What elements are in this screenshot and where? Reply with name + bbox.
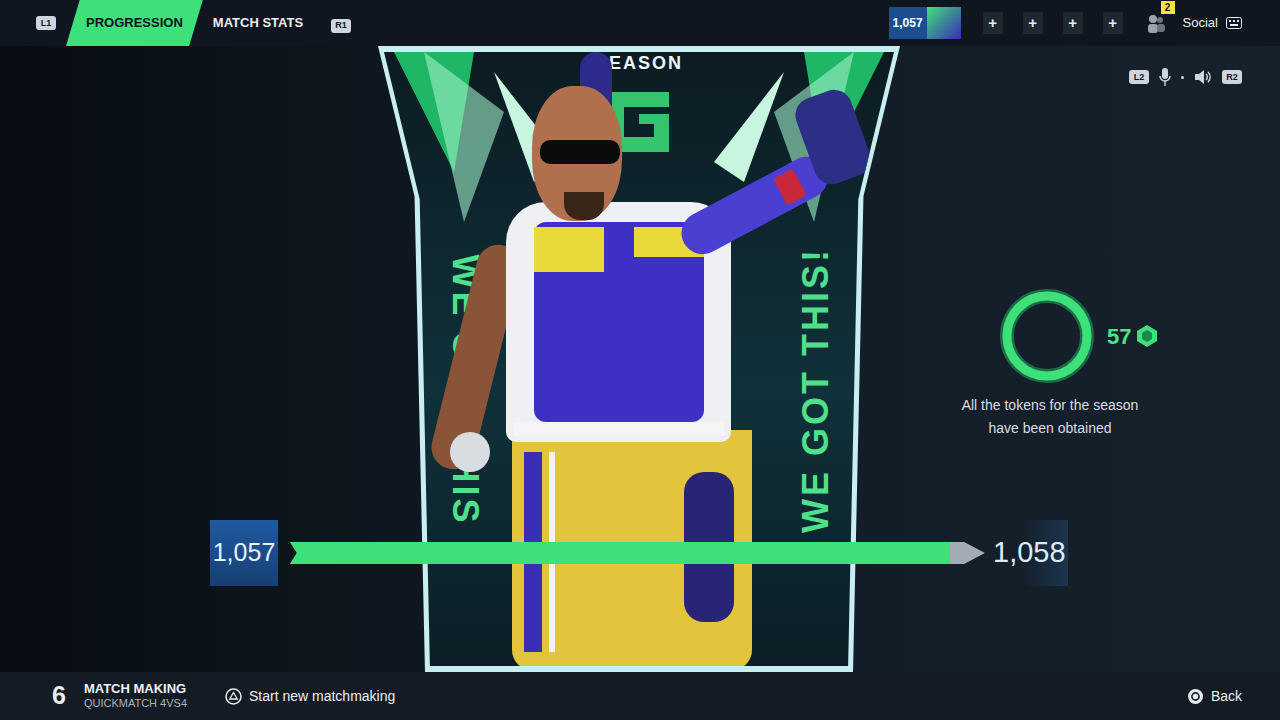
separator-dot-icon: [1181, 76, 1184, 79]
progress-fill: [290, 542, 950, 564]
social-label[interactable]: Social: [1183, 13, 1218, 33]
circle-button-icon: [1187, 688, 1204, 705]
player-level-chip[interactable]: 1,057: [889, 7, 961, 39]
player-character: [384, 52, 894, 666]
matchmaking-count: 6: [52, 677, 66, 715]
card-side-text: WE GOT THIS!: [789, 247, 843, 533]
tokens-ring-icon: [997, 286, 1097, 386]
matchmaking-status: MATCH MAKINGQUICKMATCH 4VS4: [84, 681, 187, 711]
next-level: 1,058: [991, 520, 1068, 586]
speaker-icon[interactable]: [1194, 69, 1212, 85]
token-count: 57: [1107, 320, 1131, 353]
right-panel: L2 R2 57 All the tokens for the season have…: [900, 46, 1280, 672]
triangle-button-icon: [225, 688, 242, 705]
party-count-badge: 2: [1161, 1, 1175, 14]
microphone-icon[interactable]: [1159, 68, 1171, 86]
prev-tab-key[interactable]: L1: [36, 16, 56, 30]
token-icon: [1135, 324, 1159, 348]
party-slot[interactable]: +: [1023, 12, 1043, 34]
party-slot[interactable]: +: [983, 12, 1003, 34]
tab[interactable]: PROGRESSION: [66, 0, 203, 46]
tab[interactable]: MATCH STATS: [203, 0, 313, 46]
voice-left-key[interactable]: L2: [1129, 70, 1149, 84]
next-tab-key[interactable]: R1: [331, 19, 351, 33]
party-icon[interactable]: [1147, 13, 1165, 33]
voice-right-key[interactable]: R2: [1222, 70, 1242, 84]
keyboard-icon[interactable]: [1226, 17, 1242, 29]
avatar-icon: [927, 7, 961, 39]
tokens-message: All the tokens for the season have been …: [945, 394, 1155, 440]
party-slot[interactable]: +: [1063, 12, 1083, 34]
current-level: 1,057: [210, 520, 278, 586]
bottom-bar: 6 MATCH MAKINGQUICKMATCH 4VS4 Start new ma…: [0, 672, 1280, 720]
main-area: SEASONWE GOT THISWE GOT THIS! L2 R2 57 All t…: [0, 46, 1280, 672]
season-card: SEASONWE GOT THISWE GOT THIS!: [378, 46, 900, 672]
level-progress: 1,057 1,058: [210, 520, 1068, 586]
party-slot[interactable]: +: [1103, 12, 1123, 34]
action-hint[interactable]: Back: [1187, 686, 1242, 707]
tokens-panel: 57 All the tokens for the season have bee…: [900, 286, 1280, 440]
top-bar: L1 PROGRESSIONMATCH STATS R1 1,057 + + + +2 Soci…: [0, 0, 1280, 46]
voice-controls: L2 R2: [900, 46, 1280, 86]
progress-track: [290, 542, 985, 564]
progression-screen: L1 PROGRESSIONMATCH STATS R1 1,057 + + + +2 Soci…: [0, 0, 1280, 720]
action-hint[interactable]: Start new matchmaking: [225, 686, 395, 707]
